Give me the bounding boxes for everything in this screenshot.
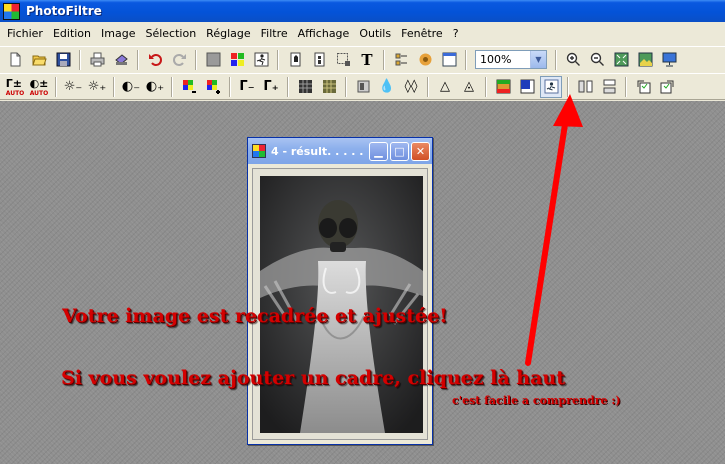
run-macro-icon[interactable] <box>250 49 272 71</box>
menu-fenetre[interactable]: Fenêtre <box>396 27 448 40</box>
drop-double-icon[interactable]: ◊◊ <box>400 76 422 98</box>
scan-icon[interactable] <box>110 49 132 71</box>
menu-bar: Fichier Edition Image Sélection Réglage Filtr… <box>0 22 725 44</box>
menu-reglage[interactable]: Réglage <box>201 27 255 40</box>
auto-levels-icon[interactable]: Γ± AUTO <box>4 76 26 98</box>
flip-horizontal-icon[interactable] <box>574 76 596 98</box>
toolbar-separator <box>567 76 569 97</box>
chevron-down-icon[interactable]: ▼ <box>530 51 546 68</box>
sharpen-double-icon[interactable]: ◬ <box>458 76 480 98</box>
blur-icon[interactable] <box>352 76 374 98</box>
gear-flower-icon[interactable] <box>414 49 436 71</box>
toolbar-separator <box>277 49 279 70</box>
drop-icon[interactable]: 💧 <box>376 76 398 98</box>
zoom-value: 100% <box>480 53 512 66</box>
app-logo-icon <box>3 2 20 20</box>
fit-window-icon[interactable] <box>610 49 632 71</box>
new-file-icon[interactable] <box>4 49 26 71</box>
save-disk-icon[interactable] <box>52 49 74 71</box>
toolbar-separator <box>485 76 487 97</box>
overlay-instruction-text: Si vous voulez ajouter un cadre, cliquez… <box>61 367 565 389</box>
image-window[interactable]: 4 - résult. . . . . ▁ □ ✕ <box>247 137 433 445</box>
image-window-titlebar[interactable]: 4 - résult. . . . . ▁ □ ✕ <box>248 138 432 164</box>
window-icon[interactable] <box>438 49 460 71</box>
close-icon: ✕ <box>415 144 426 158</box>
toolbar-separator <box>427 76 429 97</box>
menu-outils[interactable]: Outils <box>354 27 396 40</box>
menu-fichier[interactable]: Fichier <box>2 27 48 40</box>
undo-icon[interactable] <box>144 49 166 71</box>
app-titlebar: PhotoFiltre <box>0 0 725 22</box>
toolbar-separator <box>137 49 139 70</box>
brightness-minus-icon[interactable]: ☼₋ <box>62 76 84 98</box>
toolbar-separator <box>79 49 81 70</box>
zoom-out-icon[interactable] <box>586 49 608 71</box>
maximize-icon: □ <box>394 144 405 158</box>
document-icon <box>252 144 266 158</box>
toolbar-separator <box>287 76 289 97</box>
open-folder-icon[interactable] <box>28 49 50 71</box>
filter-toolbar: Γ± AUTO ◐± AUTO ☼₋ ☼₊ ◐₋ ◐₊ Γ₋ Γ₊ 💧 ◊◊ △ ◬ <box>0 73 725 100</box>
toolbar-separator <box>171 76 173 97</box>
noise-icon[interactable] <box>318 76 340 98</box>
image-window-title: 4 - résult. . . . . <box>271 144 364 158</box>
menu-edition[interactable]: Edition <box>48 27 96 40</box>
menu-help[interactable]: ? <box>448 27 464 40</box>
auto-label: AUTO <box>5 90 25 97</box>
minimize-icon: ▁ <box>374 144 383 158</box>
gradient-color-icon[interactable] <box>492 76 514 98</box>
slideshow-icon[interactable] <box>658 49 680 71</box>
copy-image-icon[interactable] <box>284 49 306 71</box>
toolbar-separator <box>555 49 557 70</box>
zoom-in-icon[interactable] <box>562 49 584 71</box>
maximize-button[interactable]: □ <box>390 141 409 161</box>
layers-icon[interactable] <box>390 49 412 71</box>
sharpen-icon[interactable]: △ <box>434 76 456 98</box>
image-canvas-frame <box>252 168 428 440</box>
brightness-plus-icon[interactable]: ☼₊ <box>86 76 108 98</box>
auto-label: AUTO <box>29 90 49 97</box>
overlay-note-text: c'est facile a comprendre :) <box>452 394 621 407</box>
saturation-minus-icon[interactable] <box>178 76 200 98</box>
text-tool-icon[interactable]: T <box>356 49 378 71</box>
main-toolbar: T 100% ▼ <box>0 46 725 72</box>
toolbar-separator <box>195 49 197 70</box>
toolbar-separator <box>55 76 57 97</box>
color-grid-icon[interactable] <box>226 49 248 71</box>
selection-icon[interactable] <box>332 49 354 71</box>
menu-affichage[interactable]: Affichage <box>293 27 355 40</box>
menu-selection[interactable]: Sélection <box>140 27 201 40</box>
toolbar-separator <box>465 49 467 70</box>
dither-icon[interactable] <box>294 76 316 98</box>
menu-filtre[interactable]: Filtre <box>256 27 293 40</box>
rotate-left-icon[interactable] <box>632 76 654 98</box>
menu-image[interactable]: Image <box>96 27 140 40</box>
app-title: PhotoFiltre <box>26 4 102 18</box>
gamma-plus-icon[interactable]: Γ₊ <box>260 76 282 98</box>
rotate-right-icon[interactable] <box>656 76 678 98</box>
minimize-button[interactable]: ▁ <box>369 141 388 161</box>
gray-square-icon[interactable] <box>202 49 224 71</box>
zoom-select[interactable]: 100% ▼ <box>475 50 547 69</box>
contrast-plus-icon[interactable]: ◐₊ <box>144 76 166 98</box>
print-icon[interactable] <box>86 49 108 71</box>
flip-vertical-icon[interactable] <box>598 76 620 98</box>
toolbar-separator <box>345 76 347 97</box>
full-image-icon[interactable] <box>634 49 656 71</box>
close-button[interactable]: ✕ <box>411 141 430 161</box>
overlay-heading-text: Votre image est recadrée et ajustée! <box>62 305 448 327</box>
toolbar-separator <box>383 49 385 70</box>
toolbar-separator <box>625 76 627 97</box>
toolbar-separator <box>229 76 231 97</box>
toolbar-separator <box>113 76 115 97</box>
paste-image-icon[interactable] <box>308 49 330 71</box>
frame-decor-icon[interactable] <box>540 75 562 98</box>
gradient-bw-icon[interactable] <box>516 76 538 98</box>
gamma-minus-icon[interactable]: Γ₋ <box>236 76 258 98</box>
contrast-minus-icon[interactable]: ◐₋ <box>120 76 142 98</box>
saturation-plus-icon[interactable] <box>202 76 224 98</box>
redo-icon[interactable] <box>168 49 190 71</box>
auto-contrast-icon[interactable]: ◐± AUTO <box>28 76 50 98</box>
